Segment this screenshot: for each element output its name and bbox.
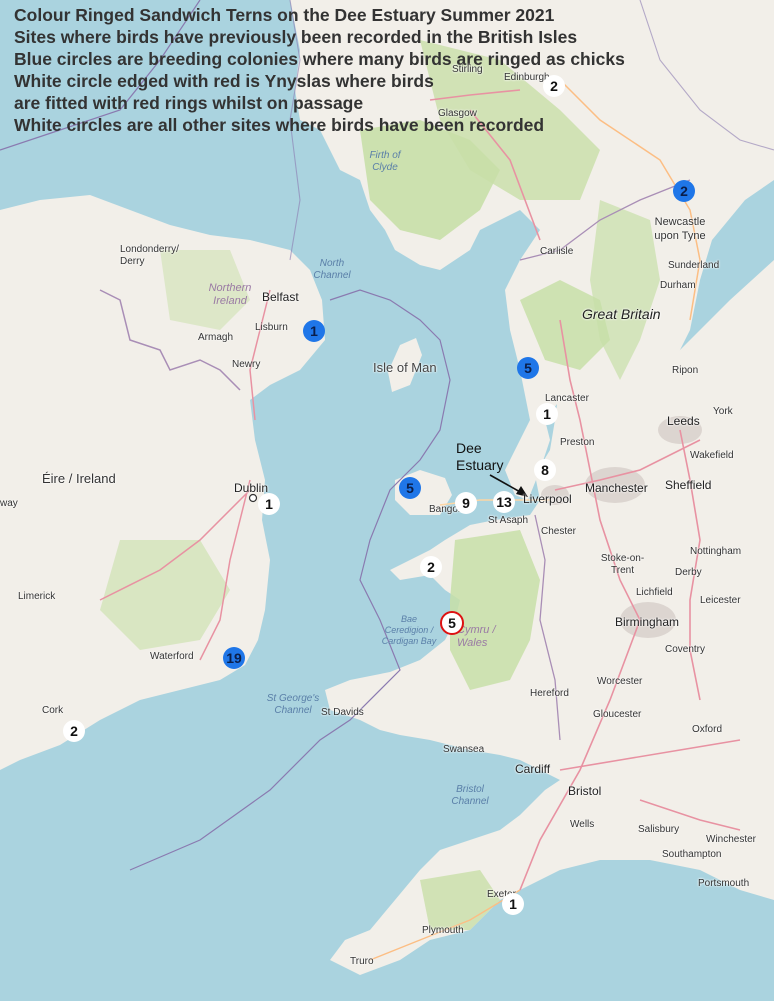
marker-ynyslas[interactable]: 5 <box>440 611 464 635</box>
label-way: way <box>0 498 18 509</box>
label-limerick: Limerick <box>18 591 56 602</box>
label-st-georges-channel: St George's Channel <box>266 693 320 716</box>
label-sunderland: Sunderland <box>668 260 720 271</box>
label-sheffield: Sheffield <box>665 478 712 492</box>
label-firth-of-clyde: Firth of Clyde <box>369 150 401 173</box>
label-portsmouth: Portsmouth <box>698 878 750 889</box>
label-worcester: Worcester <box>597 676 643 687</box>
marker-strangford[interactable]: 1 <box>303 320 325 342</box>
marker-llyn[interactable]: 2 <box>420 556 442 578</box>
label-nottingham: Nottingham <box>690 546 742 557</box>
title-line-3: Blue circles are breeding colonies where… <box>14 49 625 69</box>
label-londonderry: Londonderry/ Derry <box>120 244 179 267</box>
label-york: York <box>713 406 733 417</box>
label-cork: Cork <box>42 705 64 716</box>
label-northern-ireland: Northern Ireland <box>208 282 252 307</box>
label-glasgow: Glasgow <box>438 108 477 119</box>
label-bristol: Bristol <box>568 784 602 798</box>
label-isle-of-man: Isle of Man <box>373 360 437 375</box>
label-preston: Preston <box>560 437 595 448</box>
label-chester: Chester <box>541 526 577 537</box>
title-block: Colour Ringed Sandwich Terns on the Dee … <box>14 4 625 136</box>
label-plymouth: Plymouth <box>422 925 464 936</box>
marker-penmon[interactable]: 9 <box>455 492 477 514</box>
label-dublin: Dublin <box>234 481 269 495</box>
label-cardiff: Cardiff <box>515 762 551 776</box>
label-leeds: Leeds <box>667 414 700 428</box>
label-southampton: Southampton <box>662 849 722 860</box>
marker-exe[interactable]: 1 <box>502 893 524 915</box>
dee-estuary-annotation: Dee Estuary <box>456 440 503 474</box>
label-hereford: Hereford <box>530 688 569 699</box>
label-eire: Éire / Ireland <box>42 471 116 486</box>
map-canvas[interactable]: Colour Ringed Sandwich Terns on the Dee … <box>0 0 774 1001</box>
label-oxford: Oxford <box>692 724 723 735</box>
label-gloucester: Gloucester <box>593 709 642 720</box>
label-lisburn: Lisburn <box>255 322 288 333</box>
label-leicester: Leicester <box>700 595 741 606</box>
label-newcastle: Newcastle upon Tyne <box>654 216 706 242</box>
title-line-5: are fitted with red rings whilst on pass… <box>14 93 364 113</box>
label-lancaster: Lancaster <box>545 393 589 404</box>
marker-walney[interactable]: 5 <box>517 357 539 379</box>
label-great-britain: Great Britain <box>582 306 661 322</box>
label-ripon: Ripon <box>672 365 699 376</box>
marker-morecambe[interactable]: 1 <box>536 403 558 425</box>
label-salisbury: Salisbury <box>638 824 680 835</box>
title-line-1: Colour Ringed Sandwich Terns on the Dee … <box>14 5 555 25</box>
label-wales: Cymru / Wales <box>457 624 496 649</box>
marker-colwyn[interactable]: 13 <box>493 491 515 513</box>
label-waterford: Waterford <box>150 651 194 662</box>
label-st-davids: St Davids <box>321 707 364 718</box>
label-wakefield: Wakefield <box>690 450 734 461</box>
marker-dublin[interactable]: 1 <box>258 493 280 515</box>
label-armagh: Armagh <box>198 332 234 343</box>
dee-line-1: Dee <box>456 440 482 456</box>
label-liverpool: Liverpool <box>523 492 572 506</box>
dee-line-2: Estuary <box>456 457 504 473</box>
marker-anglesey[interactable]: 5 <box>399 477 421 499</box>
label-cardigan-bay: Bae Ceredigion / Cardigan Bay <box>381 614 437 646</box>
label-st-asaph: St Asaph <box>488 515 529 526</box>
marker-cork[interactable]: 2 <box>63 720 85 742</box>
label-birmingham: Birmingham <box>615 615 680 629</box>
label-stoke: Stoke-on- Trent <box>600 553 645 576</box>
label-stirling: Stirling <box>452 64 483 75</box>
marker-coquet[interactable]: 2 <box>673 180 695 202</box>
label-truro: Truro <box>350 956 374 967</box>
label-carlisle: Carlisle <box>540 246 574 257</box>
label-swansea: Swansea <box>443 744 485 755</box>
label-bristol-channel: Bristol Channel <box>451 784 489 807</box>
label-wells: Wells <box>570 819 595 830</box>
label-newry: Newry <box>232 359 261 370</box>
capital-dot-dublin <box>248 493 258 503</box>
marker-hilbre[interactable]: 8 <box>534 459 556 481</box>
label-belfast: Belfast <box>262 290 299 304</box>
label-derby: Derby <box>675 567 702 578</box>
label-durham: Durham <box>660 280 696 291</box>
title-line-6: White circles are all other sites where … <box>14 115 545 135</box>
label-winchester: Winchester <box>706 834 757 845</box>
marker-edinburgh[interactable]: 2 <box>543 75 565 97</box>
marker-wexford[interactable]: 19 <box>223 647 245 669</box>
label-north-channel: North Channel <box>313 258 351 281</box>
label-coventry: Coventry <box>665 644 706 655</box>
label-manchester: Manchester <box>585 481 648 495</box>
title-line-2: Sites where birds have previously been r… <box>14 27 578 47</box>
label-lichfield: Lichfield <box>636 587 673 598</box>
